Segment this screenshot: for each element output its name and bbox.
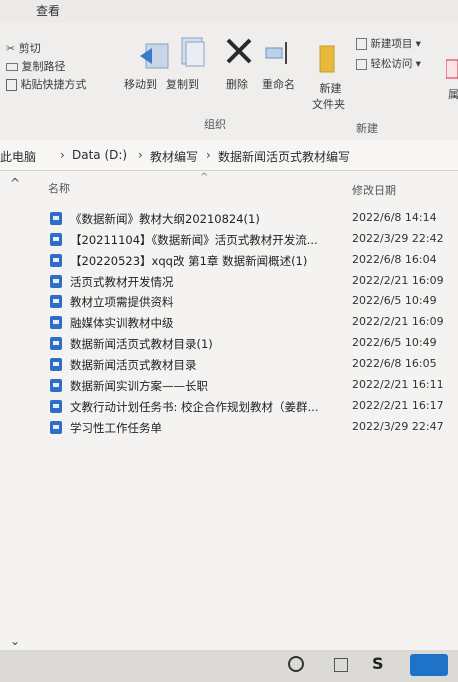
- file-name: 【20211104】《数据新闻》活页式教材开发流...: [70, 233, 318, 247]
- breadcrumb-textbook[interactable]: 教材编写: [150, 148, 198, 165]
- paste-shortcut-button[interactable]: 粘贴快捷方式: [6, 76, 87, 92]
- folder-icon: [314, 44, 340, 78]
- file-name: 学习性工作任务单: [70, 421, 162, 435]
- word-doc-icon: [50, 295, 62, 308]
- shortcut-icon: [6, 79, 17, 91]
- list-item[interactable]: 《数据新闻》教材大纲20210824(1) 2022/6/8 14:14: [44, 210, 458, 229]
- file-name: 融媒体实训教材中级: [70, 316, 174, 330]
- paste-shortcut-label: 粘贴快捷方式: [20, 78, 87, 91]
- rename-button[interactable]: 重命名: [262, 76, 295, 92]
- search-icon[interactable]: [288, 656, 304, 672]
- list-item[interactable]: 教材立项需提供资料 2022/6/5 10:49: [44, 293, 458, 312]
- file-date: 2022/2/21 16:17: [352, 399, 444, 412]
- list-item[interactable]: 活页式教材开发情况 2022/2/21 16:09: [44, 273, 458, 292]
- list-item[interactable]: 【20220523】xqq改 第1章 数据新闻概述(1) 2022/6/8 16:…: [44, 252, 458, 271]
- file-name: 数据新闻活页式教材目录(1): [70, 337, 213, 351]
- move-to-button[interactable]: 移动到: [124, 76, 157, 92]
- copy-path-button[interactable]: 复制路径: [6, 58, 66, 74]
- file-explorer-window: 查看 ✂ 剪切 复制路径 粘贴快捷方式 移动到 复制到 删除 重命名 新建 文件…: [0, 0, 458, 682]
- breadcrumb-separator: ›: [138, 148, 143, 162]
- scissors-icon: ✂: [6, 42, 16, 55]
- file-date: 2022/3/29 22:47: [352, 420, 444, 433]
- new-item-label: 新建项目 ▾: [370, 38, 421, 50]
- new-item-icon: [356, 38, 367, 50]
- delete-x-icon: [224, 36, 254, 70]
- list-item[interactable]: 数据新闻实训方案——长职 2022/2/21 16:11: [44, 377, 458, 396]
- file-name: 《数据新闻》教材大纲20210824(1): [70, 212, 260, 226]
- delete-button[interactable]: 删除: [226, 76, 248, 92]
- browser-icon[interactable]: [410, 654, 448, 676]
- group-new-label: 新建: [356, 122, 378, 135]
- path-icon: [6, 63, 18, 71]
- ribbon: ✂ 剪切 复制路径 粘贴快捷方式 移动到 复制到 删除 重命名 新建 文件夹 新…: [0, 22, 458, 141]
- easy-access-button[interactable]: 轻松访问 ▾: [356, 56, 421, 71]
- easy-access-icon: [356, 58, 367, 70]
- copy-path-label: 复制路径: [21, 60, 66, 73]
- word-doc-icon: [50, 316, 62, 329]
- app-icon[interactable]: S: [372, 654, 384, 673]
- breadcrumb-current-folder[interactable]: 数据新闻活页式教材编写: [218, 148, 350, 165]
- word-doc-icon: [50, 358, 62, 371]
- cut-button[interactable]: ✂ 剪切: [6, 40, 41, 56]
- list-item[interactable]: 数据新闻活页式教材目录(1) 2022/6/5 10:49: [44, 335, 458, 354]
- file-name: 教材立项需提供资料: [70, 295, 174, 309]
- list-item[interactable]: 学习性工作任务单 2022/3/29 22:47: [44, 419, 458, 438]
- breadcrumb-drive[interactable]: Data (D:): [72, 148, 127, 162]
- file-date: 2022/6/5 10:49: [352, 294, 437, 307]
- copy-to-icon: [176, 36, 208, 72]
- tab-view[interactable]: 查看: [36, 2, 60, 19]
- new-folder-label-1: 新建: [319, 82, 342, 95]
- file-name: 【20220523】xqq改 第1章 数据新闻概述(1): [70, 254, 308, 268]
- file-date: 2022/6/8 16:04: [352, 253, 437, 266]
- file-date: 2022/2/21 16:09: [352, 315, 444, 328]
- properties-button[interactable]: 属: [448, 86, 458, 102]
- copy-to-button[interactable]: 复制到: [166, 76, 199, 92]
- column-name[interactable]: 名称: [48, 180, 70, 196]
- breadcrumb-this-pc[interactable]: 此电脑: [0, 148, 36, 165]
- word-doc-icon: [50, 379, 62, 392]
- file-date: 2022/6/8 16:05: [352, 357, 437, 370]
- word-doc-icon: [50, 421, 62, 434]
- task-view-icon[interactable]: [334, 658, 348, 672]
- list-item[interactable]: 文教行动计划任务书: 校企合作规划教材（姜群... 2022/2/21 16:17: [44, 398, 458, 417]
- word-doc-icon: [50, 337, 62, 350]
- navigation-pane[interactable]: ^ ⌄: [0, 172, 30, 652]
- list-item[interactable]: 【20211104】《数据新闻》活页式教材开发流... 2022/3/29 22:…: [44, 231, 458, 250]
- word-doc-icon: [50, 275, 62, 288]
- file-date: 2022/6/5 10:49: [352, 336, 437, 349]
- file-name: 数据新闻实训方案——长职: [70, 379, 208, 393]
- new-folder-button[interactable]: 新建 文件夹: [312, 80, 345, 112]
- file-date: 2022/2/21 16:11: [352, 378, 444, 391]
- cut-label: 剪切: [18, 42, 41, 55]
- file-date: 2022/6/8 14:14: [352, 211, 437, 224]
- sort-up-icon: ^: [200, 172, 209, 183]
- rename-icon: [264, 40, 294, 70]
- word-doc-icon: [50, 254, 62, 267]
- column-header-row: 名称 ^ 修改日期: [0, 172, 458, 200]
- move-to-icon: [138, 40, 172, 74]
- file-name: 活页式教材开发情况: [70, 275, 174, 289]
- word-doc-icon: [50, 212, 62, 225]
- easy-access-label: 轻松访问 ▾: [370, 58, 421, 70]
- file-date: 2022/2/21 16:09: [352, 274, 444, 287]
- breadcrumb-separator: ›: [206, 148, 211, 162]
- word-doc-icon: [50, 233, 62, 246]
- file-name: 数据新闻活页式教材目录: [70, 358, 197, 372]
- properties-icon: [445, 58, 458, 84]
- column-modified[interactable]: 修改日期: [352, 182, 396, 198]
- list-item[interactable]: 数据新闻活页式教材目录 2022/6/8 16:05: [44, 356, 458, 375]
- ribbon-tab-strip: 查看: [0, 0, 458, 22]
- taskbar: S: [0, 650, 458, 682]
- new-item-button[interactable]: 新建项目 ▾: [356, 36, 421, 51]
- file-date: 2022/3/29 22:42: [352, 232, 444, 245]
- group-organize-label: 组织: [204, 118, 226, 131]
- word-doc-icon: [50, 400, 62, 413]
- scroll-down-icon[interactable]: ⌄: [10, 634, 20, 648]
- breadcrumb-separator: ›: [60, 148, 65, 162]
- list-item[interactable]: 融媒体实训教材中级 2022/2/21 16:09: [44, 314, 458, 333]
- file-name: 文教行动计划任务书: 校企合作规划教材（姜群...: [70, 400, 319, 414]
- new-folder-label-2: 文件夹: [312, 98, 345, 111]
